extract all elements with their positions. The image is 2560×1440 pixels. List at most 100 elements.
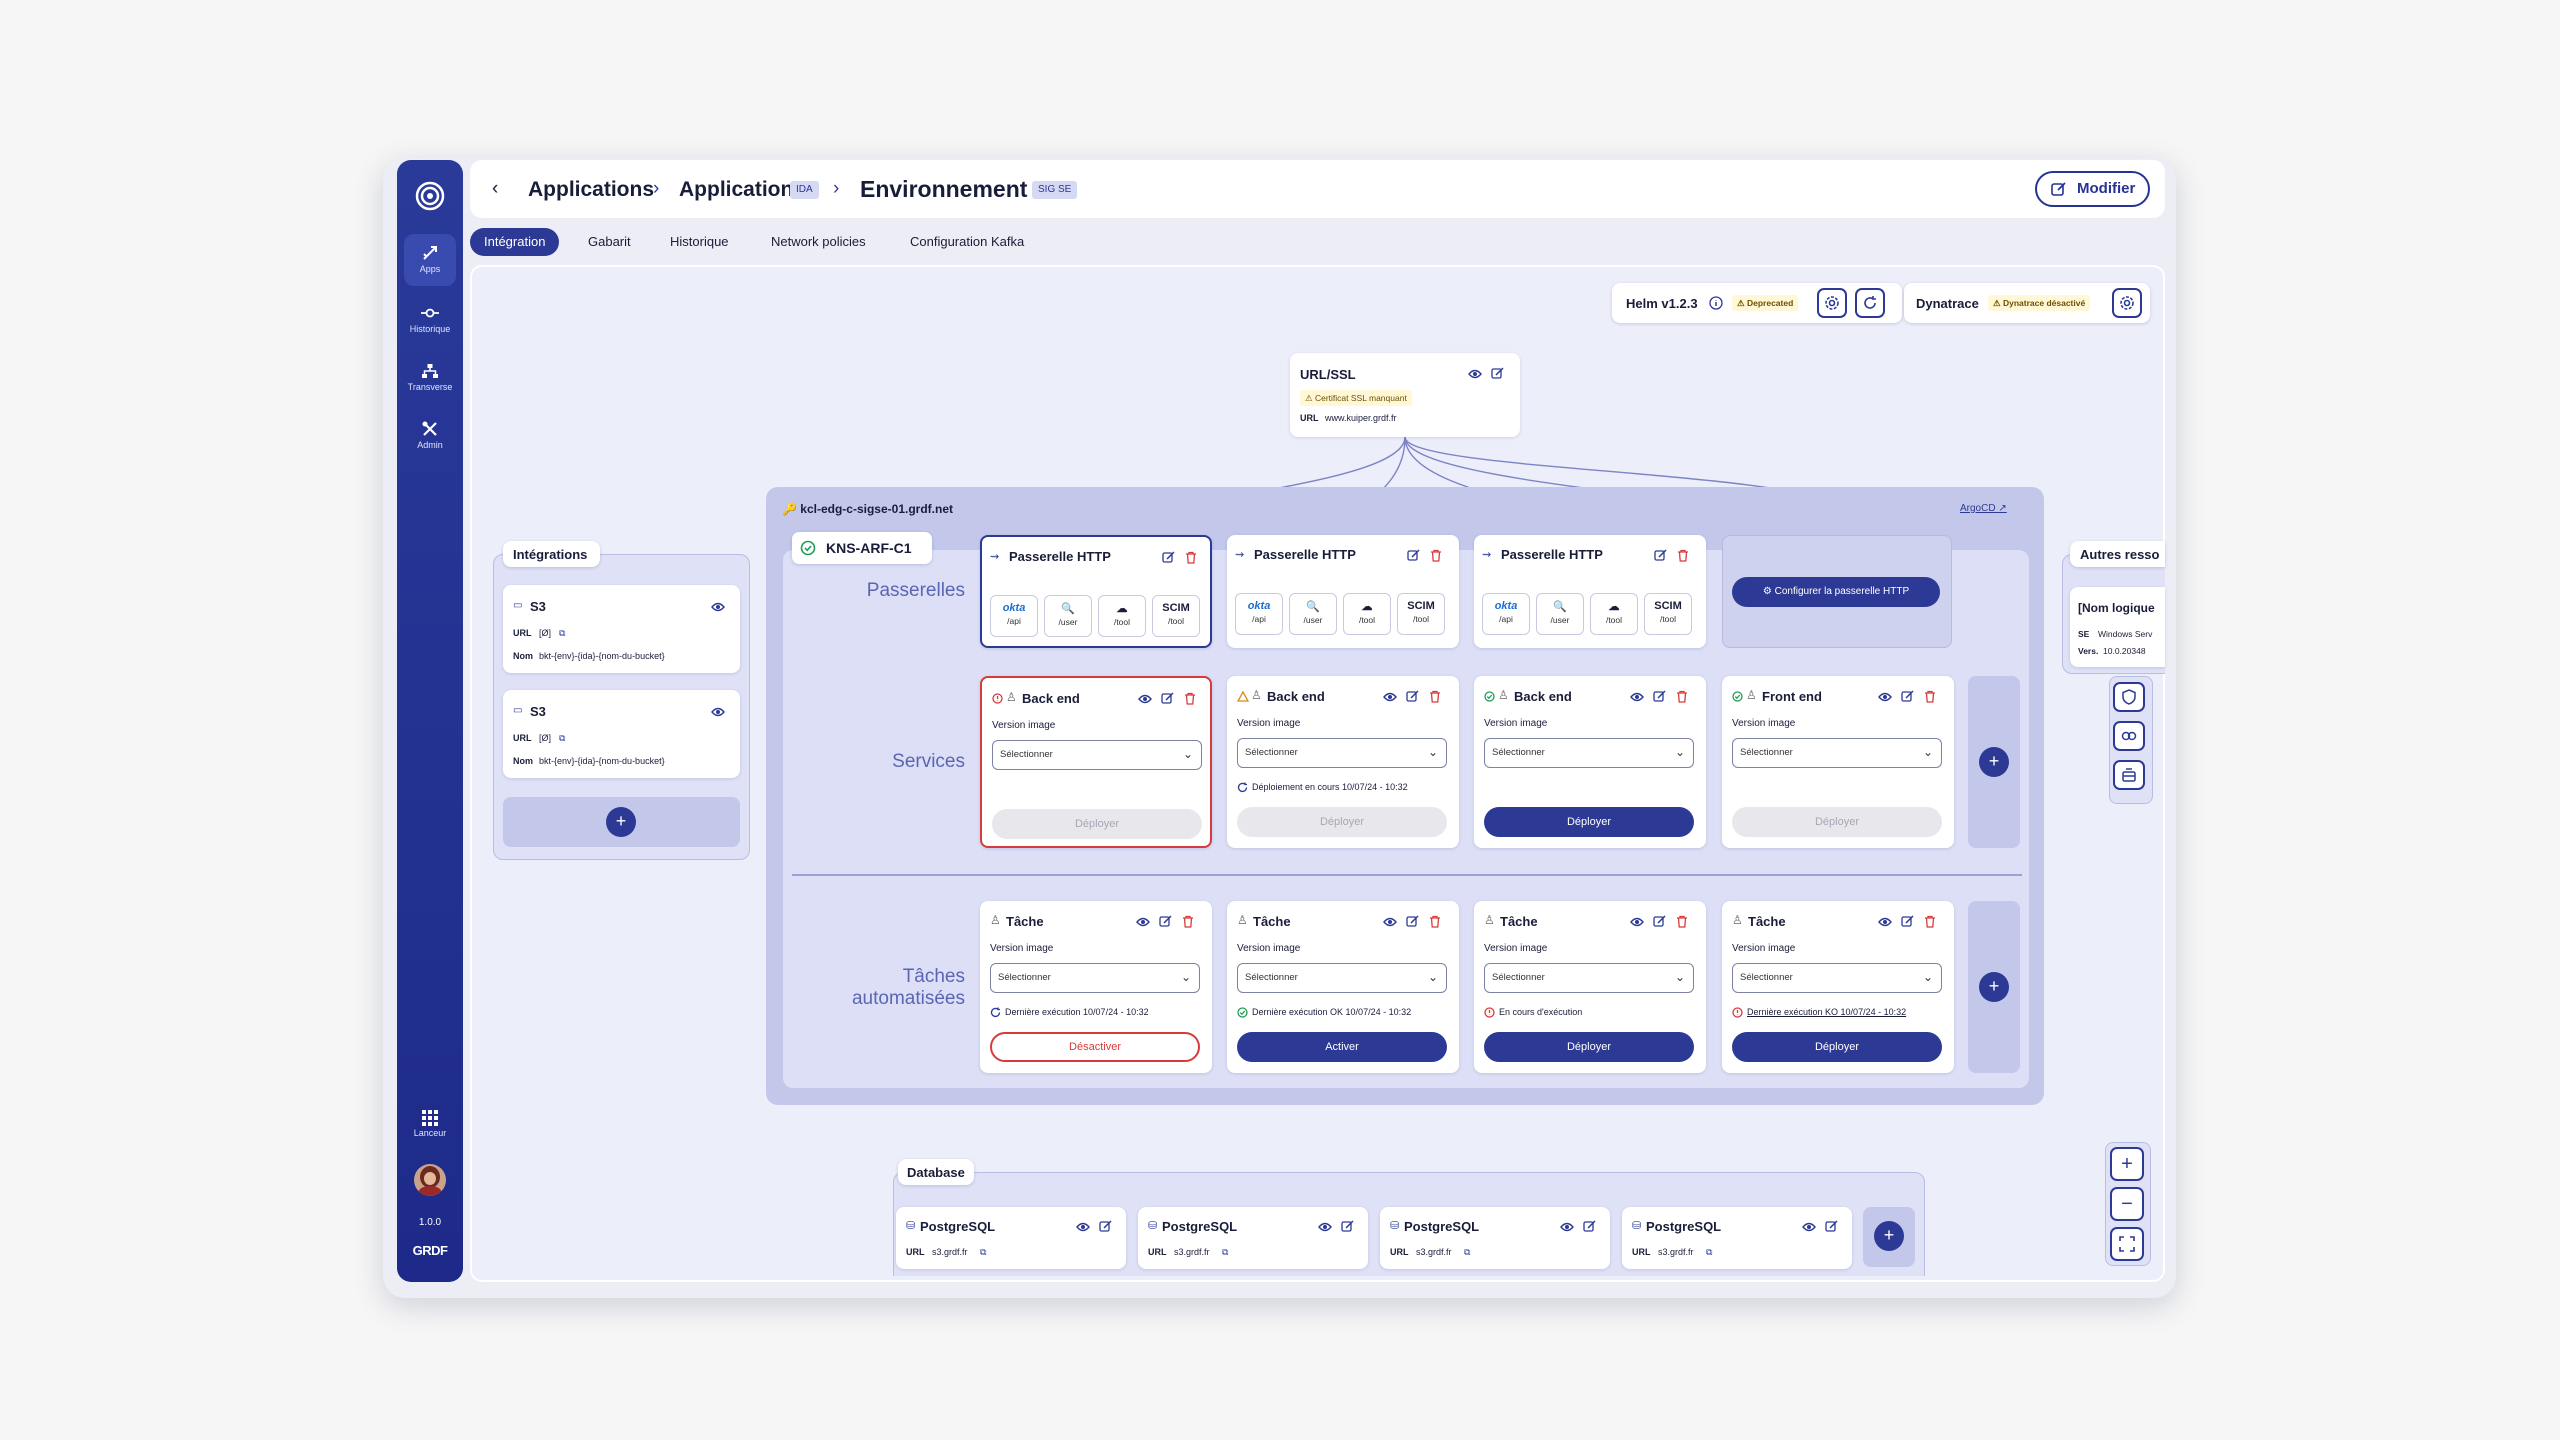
trash-icon[interactable] [1924,915,1936,928]
eye-icon[interactable] [1383,916,1397,928]
copy-icon[interactable]: ⧉ [559,733,565,744]
info-icon[interactable] [1709,296,1723,310]
edit-icon[interactable] [1162,551,1175,564]
integration-card[interactable]: ▭ S3 URL [Ø] ⧉ Nom bkt-{env}-{ida}-{nom-… [503,690,740,778]
gateway-route[interactable]: ☁ /tool [1098,595,1146,637]
fit-view-button[interactable] [2110,1227,2144,1261]
copy-icon[interactable]: ⧉ [980,1247,986,1258]
edit-icon[interactable] [1159,915,1172,928]
trash-icon[interactable] [1185,551,1197,564]
copy-icon[interactable]: ⧉ [559,628,565,639]
eye-icon[interactable] [711,706,725,718]
gateway-route[interactable]: SCIM /tool [1644,593,1692,635]
eye-icon[interactable] [1878,916,1892,928]
copy-icon[interactable]: ⧉ [1706,1247,1712,1258]
gateway-card[interactable]: ⇝ Passerelle HTTP okta /api 🔍 /user ☁ /t… [1227,535,1459,648]
eye-icon[interactable] [711,601,725,613]
task-action-button[interactable]: Déployer [1732,1032,1942,1062]
trash-icon[interactable] [1184,692,1196,705]
edit-icon[interactable] [1406,690,1419,703]
eye-icon[interactable] [1630,691,1644,703]
eye-icon[interactable] [1630,916,1644,928]
task-card[interactable]: ♙ Tâche Version image Sélectionner ⌄ Dern… [980,901,1212,1073]
edit-icon[interactable] [1654,549,1667,562]
helm-settings-button[interactable] [1817,288,1847,318]
gateway-route[interactable]: okta /api [990,595,1038,637]
edit-icon[interactable] [1341,1220,1354,1233]
edit-icon[interactable] [1825,1220,1838,1233]
edit-icon[interactable] [1099,1220,1112,1233]
task-card[interactable]: ♙ Tâche Version image Sélectionner ⌄ Dern… [1722,901,1954,1073]
eye-icon[interactable] [1383,691,1397,703]
eye-icon[interactable] [1136,916,1150,928]
service-card[interactable]: ♙ Back end Version image Sélectionner ⌄ D… [980,676,1212,848]
edit-icon[interactable] [1901,690,1914,703]
gateway-route[interactable]: okta /api [1482,593,1530,635]
edit-icon[interactable] [1406,915,1419,928]
edit-icon[interactable] [1491,367,1504,380]
eye-icon[interactable] [1468,368,1482,380]
link-button[interactable] [2113,721,2145,751]
eye-icon[interactable] [1802,1221,1816,1233]
task-card[interactable]: ♙ Tâche Version image Sélectionner ⌄ Dern… [1227,901,1459,1073]
edit-icon[interactable] [1583,1220,1596,1233]
gateway-route[interactable]: SCIM /tool [1397,593,1445,635]
eye-icon[interactable] [1560,1221,1574,1233]
gateway-route[interactable]: 🔍 /user [1044,595,1092,637]
version-select[interactable]: Sélectionner ⌄ [1484,963,1694,993]
version-select[interactable]: Sélectionner ⌄ [1732,963,1942,993]
task-action-button[interactable]: Activer [1237,1032,1447,1062]
storage-button[interactable] [2113,760,2145,790]
database-card[interactable]: ⛁ PostgreSQL URL s3.grdf.fr ⧉ [1380,1207,1610,1269]
shield-button[interactable] [2113,682,2145,712]
trash-icon[interactable] [1676,915,1688,928]
database-card[interactable]: ⛁ PostgreSQL URL s3.grdf.fr ⧉ [1138,1207,1368,1269]
url-ssl-card[interactable]: URL/SSL ⚠ Certificat SSL manquant URL ww… [1290,353,1520,437]
edit-icon[interactable] [1901,915,1914,928]
trash-icon[interactable] [1182,915,1194,928]
eye-icon[interactable] [1318,1221,1332,1233]
trash-icon[interactable] [1429,915,1441,928]
service-card[interactable]: ♙ Back end Version image Sélectionner ⌄ D… [1227,676,1459,848]
gateway-card[interactable]: ⇝ Passerelle HTTP okta /api 🔍 /user ☁ /t… [980,535,1212,648]
eye-icon[interactable] [1878,691,1892,703]
version-select[interactable]: Sélectionner ⌄ [1484,738,1694,768]
copy-icon[interactable]: ⧉ [1222,1247,1228,1258]
integration-card[interactable]: ▭ S3 URL [Ø] ⧉ Nom bkt-{env}-{ida}-{nom-… [503,585,740,673]
gateway-route[interactable]: 🔍 /user [1289,593,1337,635]
helm-refresh-button[interactable] [1855,288,1885,318]
task-card[interactable]: ♙ Tâche Version image Sélectionner ⌄ En c… [1474,901,1706,1073]
gateway-card[interactable]: ⇝ Passerelle HTTP okta /api 🔍 /user ☁ /t… [1474,535,1706,648]
version-select[interactable]: Sélectionner ⌄ [990,963,1200,993]
trash-icon[interactable] [1429,690,1441,703]
version-select[interactable]: Sélectionner ⌄ [1237,738,1447,768]
task-action-button[interactable]: Déployer [1484,1032,1694,1062]
configure-gateway-button[interactable]: ⚙ Configurer la passerelle HTTP [1732,577,1940,607]
service-card[interactable]: ♙ Back end Version image Sélectionner ⌄ D… [1474,676,1706,848]
task-action-button[interactable]: Désactiver [990,1032,1200,1062]
gateway-route[interactable]: SCIM /tool [1152,595,1200,637]
edit-icon[interactable] [1653,690,1666,703]
trash-icon[interactable] [1430,549,1442,562]
version-select[interactable]: Sélectionner ⌄ [1732,738,1942,768]
version-select[interactable]: Sélectionner ⌄ [992,740,1202,770]
service-action-button[interactable]: Déployer [1237,807,1447,837]
service-action-button[interactable]: Déployer [1484,807,1694,837]
edit-icon[interactable] [1407,549,1420,562]
database-card[interactable]: ⛁ PostgreSQL URL s3.grdf.fr ⧉ [1622,1207,1852,1269]
eye-icon[interactable] [1138,693,1152,705]
dynatrace-settings-button[interactable] [2112,288,2142,318]
trash-icon[interactable] [1677,549,1689,562]
trash-icon[interactable] [1676,690,1688,703]
service-action-button[interactable]: Déployer [992,809,1202,839]
gateway-route[interactable]: ☁ /tool [1590,593,1638,635]
gateway-route[interactable]: okta /api [1235,593,1283,635]
trash-icon[interactable] [1924,690,1936,703]
add-service-button[interactable]: + [1979,747,2009,777]
add-integration-button[interactable]: + [606,807,636,837]
gateway-route[interactable]: 🔍 /user [1536,593,1584,635]
zoom-in-button[interactable]: + [2110,1147,2144,1181]
argocd-link[interactable]: ArgoCD ↗ [1960,503,2007,514]
add-database-button[interactable]: + [1874,1221,1904,1251]
eye-icon[interactable] [1076,1221,1090,1233]
